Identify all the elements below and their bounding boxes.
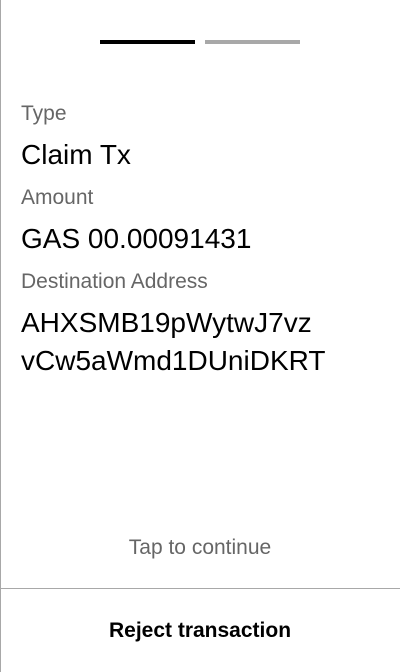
destination-address-line-2: vCw5aWmd1DUniDKRT xyxy=(21,345,326,376)
left-border xyxy=(0,0,1,672)
tap-to-continue-hint[interactable]: Tap to continue xyxy=(0,536,400,560)
amount-value: GAS 00.00091431 xyxy=(21,223,252,254)
type-label: Type xyxy=(21,102,67,125)
reject-transaction-button[interactable]: Reject transaction xyxy=(0,589,400,672)
progress-step-2-inactive xyxy=(205,40,300,44)
progress-step-1-active xyxy=(100,40,195,44)
destination-address-label: Destination Address xyxy=(21,270,208,293)
amount-label: Amount xyxy=(21,186,94,209)
destination-address-line-1: AHXSMB19pWytwJ7vz xyxy=(21,307,312,338)
type-value: Claim Tx xyxy=(21,139,131,170)
